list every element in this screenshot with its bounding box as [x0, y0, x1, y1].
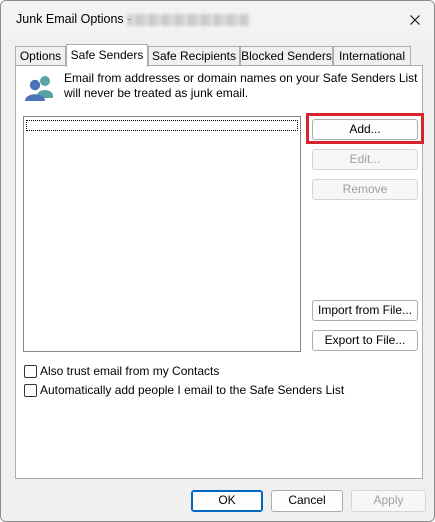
window-title: Junk Email Options - [16, 12, 132, 26]
apply-button[interactable]: Apply [351, 490, 426, 512]
add-button[interactable]: Add... [312, 119, 418, 140]
ok-button[interactable]: OK [191, 490, 263, 512]
trust-contacts-checkbox[interactable]: Also trust email from my Contacts [24, 363, 344, 379]
list-focus-row[interactable] [26, 120, 298, 131]
tab-international[interactable]: International [333, 46, 411, 65]
close-button[interactable] [401, 7, 429, 33]
dialog-footer: OK Cancel Apply [1, 479, 434, 521]
title-bar: Junk Email Options - [1, 1, 434, 39]
remove-button[interactable]: Remove [312, 179, 418, 200]
checkbox-box[interactable] [24, 365, 37, 378]
safe-senders-description: Email from addresses or domain names on … [64, 71, 418, 100]
checkbox-box[interactable] [24, 384, 37, 397]
tab-blocked-senders[interactable]: Blocked Senders [240, 46, 333, 65]
tab-options[interactable]: Options [15, 46, 66, 65]
close-icon [410, 15, 420, 25]
edit-button[interactable]: Edit... [312, 149, 418, 170]
safe-senders-panel: Email from addresses or domain names on … [15, 65, 424, 479]
import-from-file-button[interactable]: Import from File... [312, 300, 418, 321]
people-icon [25, 76, 53, 101]
safe-senders-list[interactable] [23, 116, 301, 352]
tab-safe-recipients[interactable]: Safe Recipients [148, 46, 240, 65]
junk-email-options-dialog: Junk Email Options - Options Safe Sender… [0, 0, 435, 522]
export-to-file-button[interactable]: Export to File... [312, 330, 418, 351]
auto-add-senders-checkbox[interactable]: Automatically add people I email to the … [24, 382, 344, 398]
checkbox-label: Also trust email from my Contacts [40, 364, 220, 378]
redacted-account-name [127, 14, 249, 26]
checkbox-label: Automatically add people I email to the … [40, 383, 345, 397]
tab-strip: Options Safe Senders Safe Recipients Blo… [15, 44, 419, 67]
cancel-button[interactable]: Cancel [271, 490, 343, 512]
tab-safe-senders[interactable]: Safe Senders [66, 44, 148, 67]
